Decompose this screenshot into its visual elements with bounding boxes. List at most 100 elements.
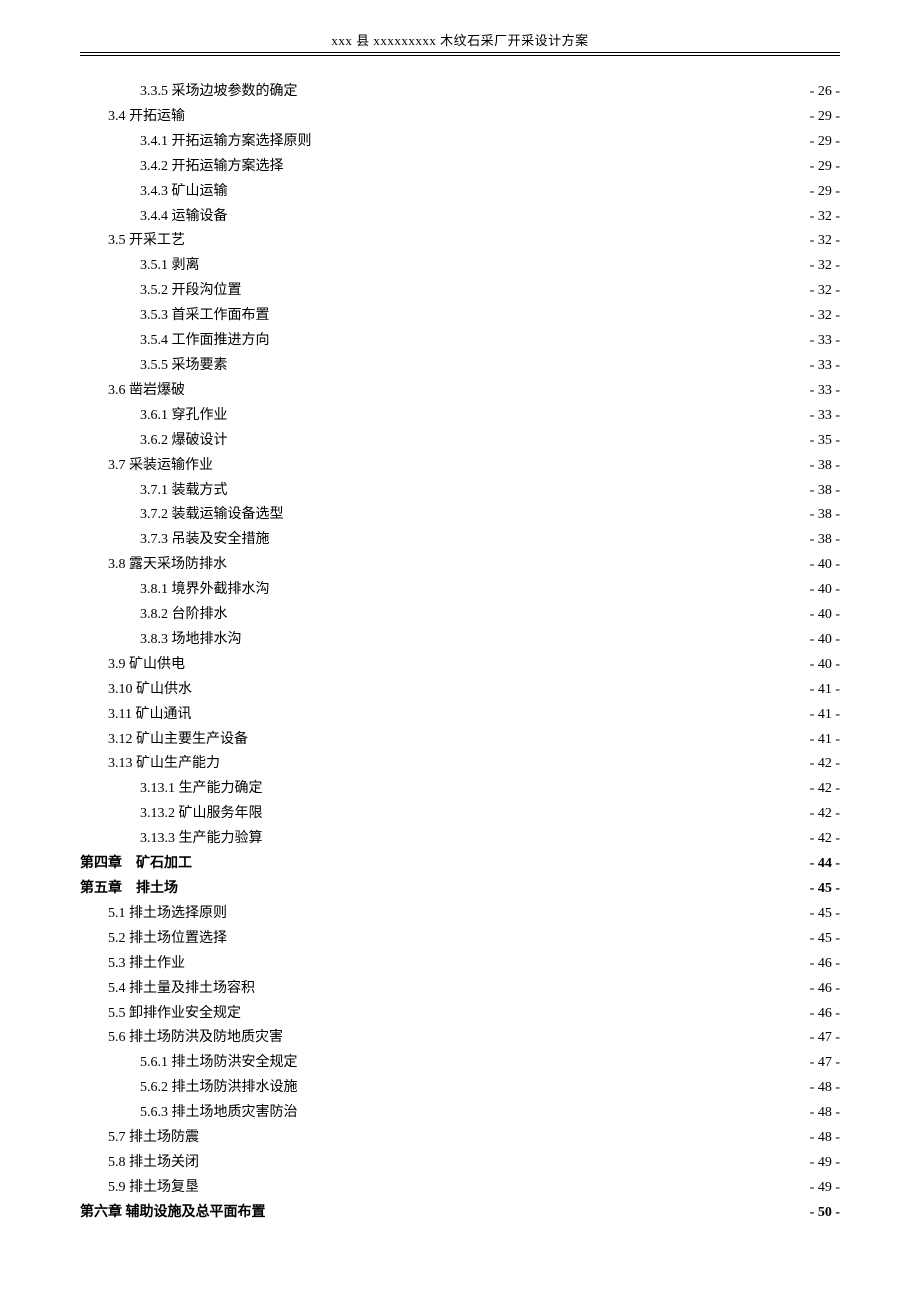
toc-label: 3.5 开采工艺 <box>108 229 185 254</box>
toc-row: 5.6.1 排土场防洪安全规定- 47 - <box>80 1051 840 1076</box>
toc-page: - 44 - <box>810 852 840 877</box>
toc-label: 3.8.1 境界外截排水沟 <box>140 578 270 603</box>
toc-page: - 33 - <box>810 354 840 379</box>
toc-row: 3.7.3 吊装及安全措施 - 38 - <box>80 528 840 553</box>
toc-label: 3.12 矿山主要生产设备 <box>108 728 248 753</box>
toc-page: - 50 - <box>810 1201 840 1226</box>
toc-page: - 45 - <box>810 927 840 952</box>
toc-page: - 38 - <box>810 503 840 528</box>
toc-label: 3.8.3 场地排水沟 <box>140 628 242 653</box>
toc-label: 3.7.1 装载方式 <box>140 479 228 504</box>
toc-page: - 41 - <box>810 678 840 703</box>
toc-label: 3.6.2 爆破设计 <box>140 429 228 454</box>
toc-label: 3.6.1 穿孔作业 <box>140 404 228 429</box>
toc-label: 3.7 采装运输作业 <box>108 454 213 479</box>
toc-page: - 42 - <box>810 752 840 777</box>
toc-page: - 38 - <box>810 454 840 479</box>
toc-page: - 32 - <box>810 279 840 304</box>
toc-row: 3.6.1 穿孔作业 - 33 - <box>80 404 840 429</box>
toc-page: - 41 - <box>810 703 840 728</box>
toc-page: - 40 - <box>810 653 840 678</box>
toc-page: - 32 - <box>810 229 840 254</box>
toc-label: 3.5.5 采场要素 <box>140 354 228 379</box>
toc-row: 3.8.2 台阶排水- 40 - <box>80 603 840 628</box>
toc-label: 5.4 排土量及排土场容积 <box>108 977 255 1002</box>
toc-row: 5.6.2 排土场防洪排水设施- 48 - <box>80 1076 840 1101</box>
toc-page: - 29 - <box>810 180 840 205</box>
toc-row: 3.7.2 装载运输设备选型- 38 - <box>80 503 840 528</box>
toc-row: 3.4.4 运输设备- 32 - <box>80 205 840 230</box>
toc-page: - 42 - <box>810 827 840 852</box>
toc-row: 3.8.1 境界外截排水沟 - 40 - <box>80 578 840 603</box>
toc-label: 3.7.3 吊装及安全措施 <box>140 528 270 553</box>
toc-label: 5.6.1 排土场防洪安全规定 <box>140 1051 298 1076</box>
page-header: xxx 县 xxxxxxxxx 木纹石采厂开采设计方案 <box>80 30 840 53</box>
toc-page: - 42 - <box>810 777 840 802</box>
toc-page: - 46 - <box>810 952 840 977</box>
toc-row: 3.5.5 采场要素 - 33 - <box>80 354 840 379</box>
toc-row: 第五章 排土场 - 45 - <box>80 877 840 902</box>
toc-label: 3.5.3 首采工作面布置 <box>140 304 270 329</box>
toc-row: 3.13.3 生产能力验算 - 42 - <box>80 827 840 852</box>
toc-page: - 48 - <box>810 1126 840 1151</box>
toc-page: - 49 - <box>810 1176 840 1201</box>
toc-row: 5.6.3 排土场地质灾害防治- 48 - <box>80 1101 840 1126</box>
toc-label: 5.3 排土作业 <box>108 952 185 977</box>
toc-label: 第五章 排土场 <box>80 877 178 902</box>
toc-label: 3.4 开拓运输 <box>108 105 185 130</box>
toc-page: - 29 - <box>810 155 840 180</box>
toc-row: 5.2 排土场位置选择- 45 - <box>80 927 840 952</box>
toc-page: - 38 - <box>810 528 840 553</box>
toc-label: 5.8 排土场关闭 <box>108 1151 199 1176</box>
toc-label: 3.13.1 生产能力确定 <box>140 777 263 802</box>
toc-page: - 33 - <box>810 404 840 429</box>
toc-row: 5.4 排土量及排土场容积- 46 - <box>80 977 840 1002</box>
toc-row: 3.7.1 装载方式- 38 - <box>80 479 840 504</box>
toc-label: 第四章 矿石加工 <box>80 852 192 877</box>
toc-row: 3.7 采装运输作业 - 38 - <box>80 454 840 479</box>
toc-row: 5.8 排土场关闭- 49 - <box>80 1151 840 1176</box>
toc-label: 3.13 矿山生产能力 <box>108 752 220 777</box>
toc-row: 3.13.2 矿山服务年限- 42 - <box>80 802 840 827</box>
toc-page: - 40 - <box>810 578 840 603</box>
toc-label: 5.6 排土场防洪及防地质灾害 <box>108 1026 283 1051</box>
toc-row: 5.6 排土场防洪及防地质灾害- 47 - <box>80 1026 840 1051</box>
toc-label: 3.4.3 矿山运输 <box>140 180 228 205</box>
toc-label: 3.11 矿山通讯 <box>108 703 191 728</box>
toc-label: 5.9 排土场复垦 <box>108 1176 199 1201</box>
header-rule <box>80 55 840 56</box>
toc-row: 3.13 矿山生产能力 - 42 - <box>80 752 840 777</box>
toc-page: - 29 - <box>810 105 840 130</box>
toc-row: 3.12 矿山主要生产设备- 41 - <box>80 728 840 753</box>
toc-row: 3.9 矿山供电- 40 - <box>80 653 840 678</box>
toc-row: 5.5 卸排作业安全规定- 46 - <box>80 1002 840 1027</box>
toc-row: 5.7 排土场防震 - 48 - <box>80 1126 840 1151</box>
toc-label: 3.5.4 工作面推进方向 <box>140 329 270 354</box>
toc-page: - 42 - <box>810 802 840 827</box>
toc-row: 3.5.1 剥离- 32 - <box>80 254 840 279</box>
toc-row: 3.4.1 开拓运输方案选择原则- 29 - <box>80 130 840 155</box>
toc-page: - 26 - <box>810 80 840 105</box>
toc-row: 第四章 矿石加工 - 44 - <box>80 852 840 877</box>
toc-row: 3.5.2 开段沟位置- 32 - <box>80 279 840 304</box>
toc-label: 3.13.3 生产能力验算 <box>140 827 263 852</box>
toc-page: - 32 - <box>810 304 840 329</box>
toc-row: 5.9 排土场复垦 - 49 - <box>80 1176 840 1201</box>
toc-page: - 40 - <box>810 553 840 578</box>
toc-label: 5.7 排土场防震 <box>108 1126 199 1151</box>
toc-page: - 33 - <box>810 329 840 354</box>
table-of-contents: 3.3.5 采场边坡参数的确定- 26 -3.4 开拓运输- 29 -3.4.1… <box>80 80 840 1226</box>
toc-page: - 29 - <box>810 130 840 155</box>
toc-row: 3.5.3 首采工作面布置 - 32 - <box>80 304 840 329</box>
toc-row: 3.8.3 场地排水沟- 40 - <box>80 628 840 653</box>
toc-row: 第六章 辅助设施及总平面布置 - 50 - <box>80 1201 840 1226</box>
toc-row: 3.8 露天采场防排水- 40 - <box>80 553 840 578</box>
toc-page: - 45 - <box>810 877 840 902</box>
toc-row: 3.10 矿山供水- 41 - <box>80 678 840 703</box>
toc-label: 3.8.2 台阶排水 <box>140 603 228 628</box>
toc-page: - 45 - <box>810 902 840 927</box>
toc-label: 3.5.1 剥离 <box>140 254 200 279</box>
toc-label: 第六章 辅助设施及总平面布置 <box>80 1201 266 1226</box>
toc-row: 3.5.4 工作面推进方向 - 33 - <box>80 329 840 354</box>
toc-row: 3.4.3 矿山运输 - 29 - <box>80 180 840 205</box>
